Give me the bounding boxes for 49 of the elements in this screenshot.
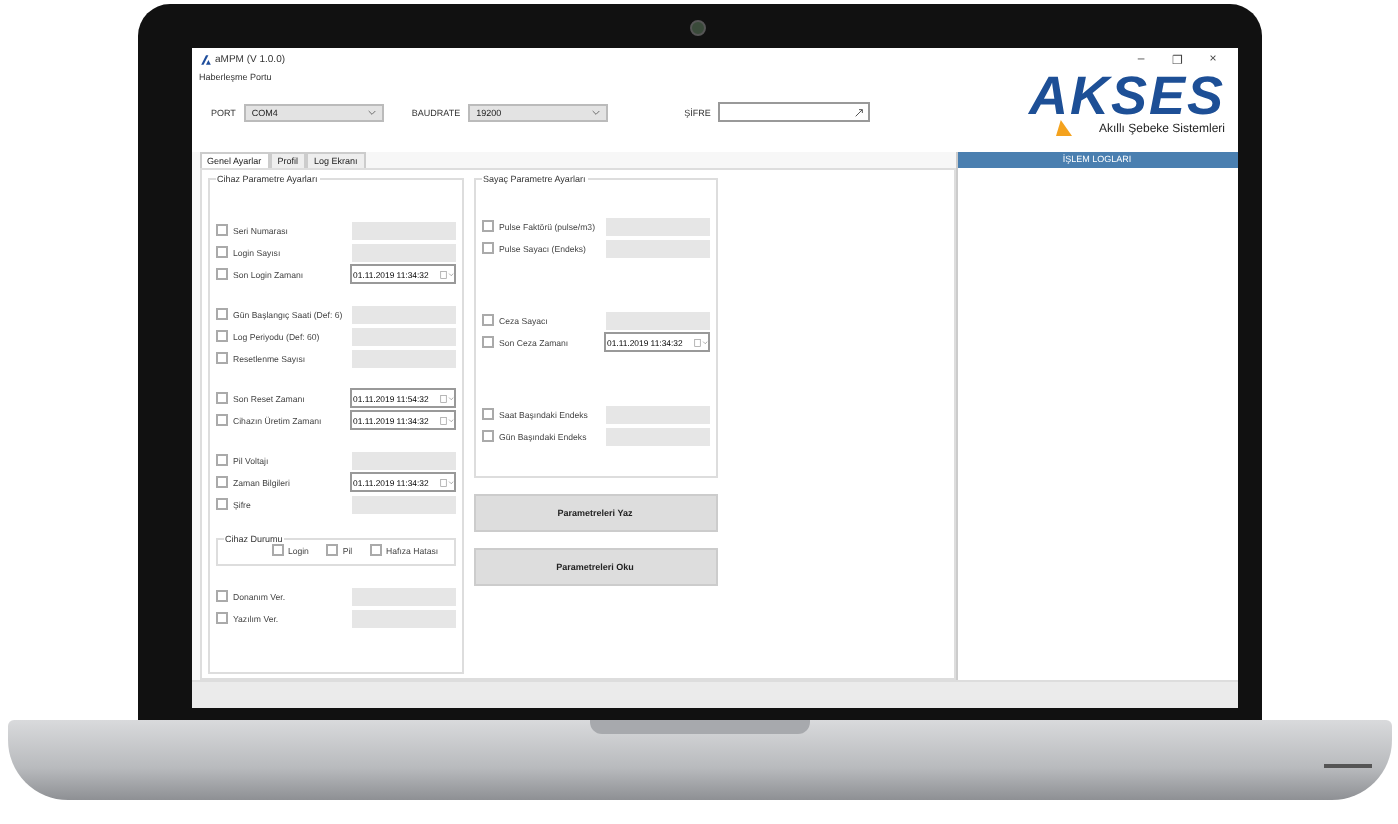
chevron-down-icon (592, 109, 601, 115)
input-field[interactable] (351, 587, 455, 605)
checkbox[interactable] (481, 314, 493, 326)
calendar-dropdown-icon (439, 269, 453, 279)
checkbox[interactable] (215, 308, 227, 320)
checkbox[interactable] (215, 330, 227, 342)
app-icon (199, 54, 211, 66)
checkbox[interactable] (215, 246, 227, 258)
triangle-icon (1054, 120, 1075, 136)
input-field[interactable] (351, 451, 455, 469)
input-field[interactable] (605, 311, 709, 329)
checkbox[interactable] (215, 414, 227, 426)
checkbox[interactable] (215, 268, 227, 280)
input-field[interactable] (605, 405, 709, 423)
chevron-down-icon (367, 109, 376, 115)
checkbox[interactable] (215, 454, 227, 466)
input-field[interactable] (351, 327, 455, 345)
checkbox[interactable] (215, 476, 227, 488)
calendar-dropdown-icon (693, 337, 707, 347)
checkbox[interactable] (481, 408, 493, 420)
input-field[interactable] (605, 239, 709, 257)
checkbox[interactable] (215, 612, 227, 624)
checkbox[interactable] (215, 590, 227, 602)
arrow-icon (854, 107, 865, 117)
checkbox[interactable] (215, 392, 227, 404)
checkbox[interactable] (326, 544, 339, 556)
input-field[interactable] (351, 495, 455, 513)
checkbox[interactable] (215, 224, 227, 236)
input-field[interactable] (605, 217, 709, 235)
checkbox[interactable] (370, 544, 383, 556)
input-field[interactable] (351, 349, 455, 367)
calendar-dropdown-icon (439, 477, 453, 487)
input-field[interactable] (351, 609, 455, 627)
checkbox[interactable] (215, 498, 227, 510)
calendar-dropdown-icon (439, 415, 453, 425)
camera-icon (689, 20, 705, 36)
checkbox[interactable] (215, 352, 227, 364)
checkbox[interactable] (481, 242, 493, 254)
logo-text: AKSES (1028, 72, 1225, 120)
input-field[interactable] (351, 221, 455, 239)
password-field[interactable] (718, 102, 871, 122)
input-field[interactable] (605, 427, 709, 445)
checkbox[interactable] (481, 220, 493, 232)
input-field[interactable] (351, 243, 455, 261)
checkbox[interactable] (271, 544, 284, 556)
checkbox[interactable] (481, 430, 493, 442)
calendar-dropdown-icon (439, 393, 453, 403)
checkbox[interactable] (481, 336, 493, 348)
input-field[interactable] (351, 305, 455, 323)
